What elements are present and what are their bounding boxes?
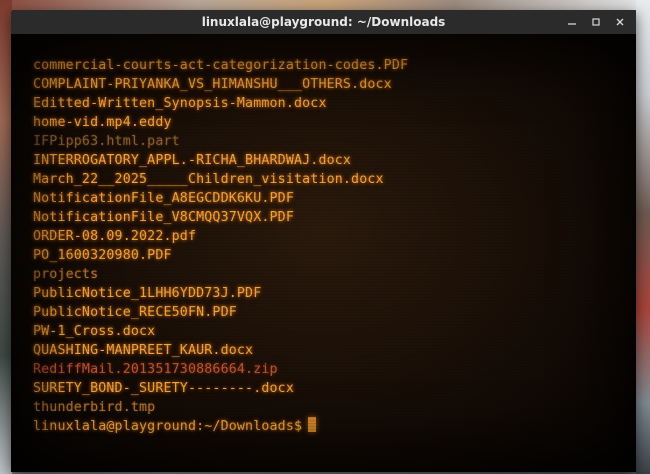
file-entry: SURETY_BOND-_SURETY--------.docx bbox=[33, 381, 294, 396]
file-entry: thunderbird.tmp bbox=[33, 400, 156, 415]
desktop-background-right bbox=[636, 0, 650, 474]
file-entry: INTERROGATORY_APPL.-RICHA_BHARDWAJ.docx bbox=[33, 153, 352, 168]
directory-entry: projects bbox=[33, 267, 99, 282]
file-entry: IFPipp63.html.part bbox=[33, 134, 180, 149]
file-entry: ORDER-08.09.2022.pdf bbox=[33, 229, 197, 244]
minimize-icon[interactable] bbox=[562, 12, 582, 32]
file-entry: QUASHING-MANPREET_KAUR.docx bbox=[33, 343, 254, 358]
file-entry: COMPLAINT-PRIYANKA_VS_HIMANSHU___OTHERS.… bbox=[33, 77, 392, 92]
file-entry: NotificationFile_V8CMQQ37VQX.PDF bbox=[33, 210, 294, 225]
file-entry: March_22__2025_____Children_visitation.d… bbox=[33, 172, 384, 187]
window-controls bbox=[562, 10, 630, 34]
file-entry: NotificationFile_A8EGCDDK6KU.PDF bbox=[33, 191, 294, 206]
file-entry: PW-1_Cross.docx bbox=[33, 324, 156, 339]
file-entry: home-vid.mp4.eddy bbox=[33, 115, 172, 130]
desktop-background-top bbox=[0, 0, 650, 10]
text-cursor bbox=[308, 417, 317, 432]
file-entry: PublicNotice_RECE50FN.PDF bbox=[33, 305, 237, 320]
file-entry: PO_1600320980.PDF bbox=[33, 248, 172, 263]
file-entry: commercial-courts-act-categorization-cod… bbox=[33, 58, 409, 73]
terminal-screen[interactable]: commercial-courts-act-categorization-cod… bbox=[11, 34, 636, 472]
file-entry: RediffMail.201351730886664.zip bbox=[33, 362, 278, 377]
file-entry: Editted-Written_Synopsis-Mammon.docx bbox=[33, 96, 327, 111]
terminal-output: commercial-courts-act-categorization-cod… bbox=[33, 56, 408, 436]
window-titlebar[interactable]: linuxlala@playground: ~/Downloads bbox=[11, 10, 636, 34]
maximize-icon[interactable] bbox=[586, 12, 606, 32]
command-prompt[interactable]: linuxlala@playground:~/Downloads$ bbox=[33, 417, 408, 436]
file-entry: PublicNotice_1LHH6YDD73J.PDF bbox=[33, 286, 262, 301]
close-icon[interactable] bbox=[610, 12, 630, 32]
prompt-text: linuxlala@playground:~/Downloads$ bbox=[33, 419, 303, 434]
window-title: linuxlala@playground: ~/Downloads bbox=[201, 15, 446, 29]
terminal-window[interactable]: linuxlala@playground: ~/Downloads commer… bbox=[11, 10, 636, 472]
